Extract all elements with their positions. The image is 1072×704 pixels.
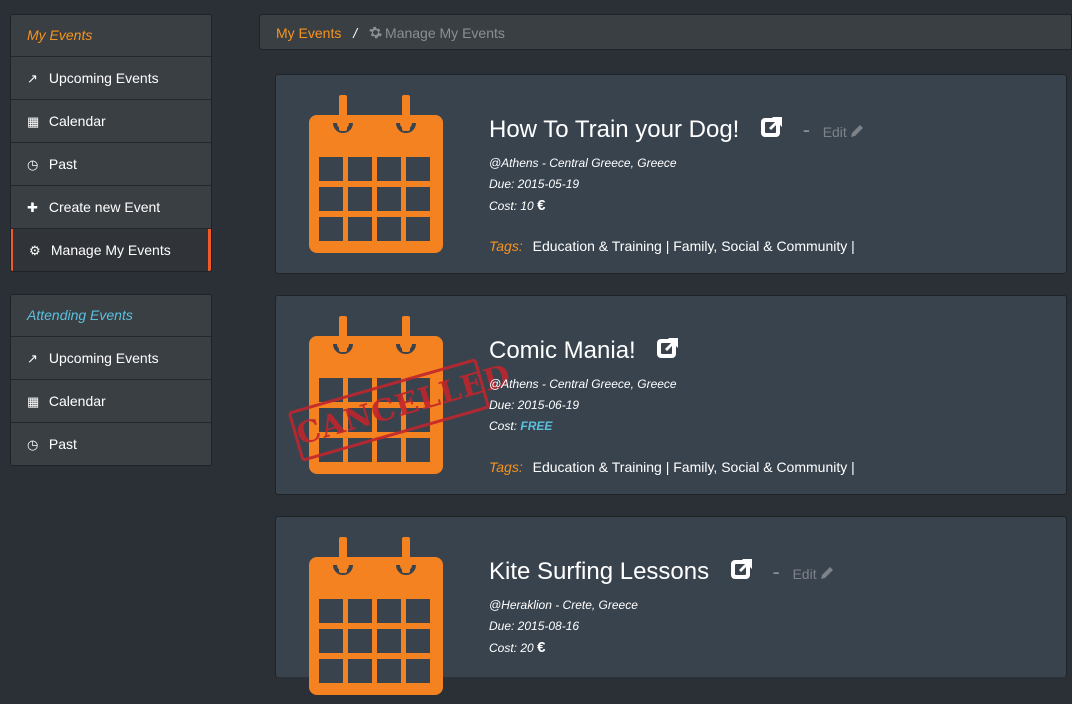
sidebar-item-manage-my-events[interactable]: ⚙ Manage My Events — [11, 229, 211, 271]
sidebar-item-label: Create new Event — [48, 199, 161, 215]
breadcrumb-current: Manage My Events — [369, 25, 505, 41]
breadcrumb-my-events-link[interactable]: My Events — [276, 25, 341, 41]
sidebar-item-label: Past — [48, 436, 77, 452]
event-location: @Heraklion - Crete, Greece — [489, 598, 638, 612]
sidebar: My Events ↗ Upcoming Events ▦ Calendar ◷… — [10, 14, 212, 488]
event-title-row: Kite Surfing Lessons - Edit — [489, 557, 835, 588]
tags-value: Education & Training | Family, Social & … — [532, 238, 855, 254]
external-link-icon[interactable] — [730, 557, 754, 588]
event-card: Kite Surfing Lessons - Edit @Heraklion -… — [275, 516, 1067, 695]
event-title[interactable]: Kite Surfing Lessons — [489, 558, 709, 585]
cost-label: Cost: — [489, 419, 518, 433]
external-link-icon[interactable] — [656, 336, 680, 367]
clock-icon: ◷ — [27, 157, 39, 172]
clock-icon: ◷ — [27, 437, 39, 452]
event-card: How To Train your Dog! - Edit @Athens - … — [275, 74, 1067, 274]
tags-label: Tags: — [489, 238, 523, 254]
my-events-panel: My Events ↗ Upcoming Events ▦ Calendar ◷… — [10, 14, 212, 272]
sidebar-item-label: Manage My Events — [50, 242, 171, 258]
cost-value: FREE — [520, 419, 553, 433]
event-due-date: Due: 2015-08-16 — [489, 619, 580, 633]
euro-icon: € — [537, 639, 546, 656]
event-cost: Cost: FREE — [489, 416, 677, 437]
event-calendar-icon: CANCELLED — [287, 314, 515, 478]
event-location: @Athens - Central Greece, Greece — [489, 377, 677, 391]
edit-label: Edit — [792, 566, 817, 582]
sidebar-item-label: Upcoming Events — [48, 350, 159, 366]
gear-icon — [369, 26, 382, 39]
event-meta: @Athens - Central Greece, Greece Due: 20… — [489, 374, 677, 437]
sidebar-item-label: Past — [48, 156, 77, 172]
event-location: @Athens - Central Greece, Greece — [489, 156, 677, 170]
event-calendar-icon — [303, 535, 447, 699]
breadcrumb: My Events / Manage My Events — [259, 14, 1072, 50]
edit-label: Edit — [822, 124, 847, 140]
edit-link[interactable]: Edit — [823, 124, 865, 140]
event-cost: Cost: 10 € — [489, 195, 677, 217]
calendar-icon — [309, 537, 443, 695]
event-title-row: How To Train your Dog! - Edit — [489, 115, 865, 146]
tags-label: Tags: — [489, 459, 523, 475]
sidebar-item-calendar[interactable]: ▦ Calendar — [11, 100, 211, 143]
separator-dash: - — [802, 117, 811, 142]
tags-value: Education & Training | Family, Social & … — [532, 459, 855, 475]
plus-icon: ✚ — [27, 200, 38, 215]
event-title[interactable]: How To Train your Dog! — [489, 116, 739, 143]
event-due-date: Due: 2015-05-19 — [489, 177, 580, 191]
breadcrumb-current-label: Manage My Events — [385, 25, 505, 41]
sidebar-item-upcoming-events[interactable]: ↗ Upcoming Events — [11, 57, 211, 100]
attending-events-panel: Attending Events ↗ Upcoming Events ▦ Cal… — [10, 294, 212, 466]
separator-dash: - — [772, 559, 780, 584]
event-meta: @Athens - Central Greece, Greece Due: 20… — [489, 153, 677, 217]
cost-label: Cost: — [489, 641, 518, 655]
edit-link[interactable]: Edit — [792, 566, 834, 582]
external-link-icon[interactable] — [760, 115, 784, 146]
sidebar-item-label: Upcoming Events — [48, 70, 159, 86]
event-title[interactable]: Comic Mania! — [489, 337, 636, 364]
attending-events-header: Attending Events — [11, 295, 211, 337]
pencil-icon — [820, 567, 833, 579]
my-events-header: My Events — [11, 15, 211, 57]
sidebar-item-past[interactable]: ◷ Past — [11, 143, 211, 186]
event-title-row: Comic Mania! — [489, 336, 680, 367]
event-tags: Tags: Education & Training | Family, Soc… — [489, 459, 855, 475]
cost-label: Cost: — [489, 199, 518, 213]
sidebar-item-attending-calendar[interactable]: ▦ Calendar — [11, 380, 211, 423]
calendar-icon — [309, 95, 443, 253]
pencil-icon — [850, 125, 863, 137]
sidebar-item-label: Calendar — [48, 393, 106, 409]
sidebar-item-label: Calendar — [48, 113, 106, 129]
event-tags: Tags: Education & Training | Family, Soc… — [489, 238, 855, 254]
sidebar-item-attending-upcoming-events[interactable]: ↗ Upcoming Events — [11, 337, 211, 380]
sidebar-item-create-new-event[interactable]: ✚ Create new Event — [11, 186, 211, 229]
event-due-date: Due: 2015-06-19 — [489, 398, 580, 412]
gear-icon: ⚙ — [29, 243, 41, 258]
sidebar-item-attending-past[interactable]: ◷ Past — [11, 423, 211, 465]
event-card: CANCELLED Comic Mania! @Athens - Central… — [275, 295, 1067, 495]
calendar-icon: ▦ — [27, 114, 40, 129]
breadcrumb-separator: / — [353, 25, 358, 41]
event-calendar-icon — [303, 93, 447, 257]
calendar-icon: ▦ — [27, 394, 40, 409]
event-meta: @Heraklion - Crete, Greece Due: 2015-08-… — [489, 595, 638, 659]
euro-icon: € — [537, 197, 546, 214]
external-link-icon: ↗ — [27, 71, 38, 86]
cost-value: 20 — [520, 641, 534, 655]
external-link-icon: ↗ — [27, 351, 38, 366]
cost-value: 10 — [520, 199, 534, 213]
